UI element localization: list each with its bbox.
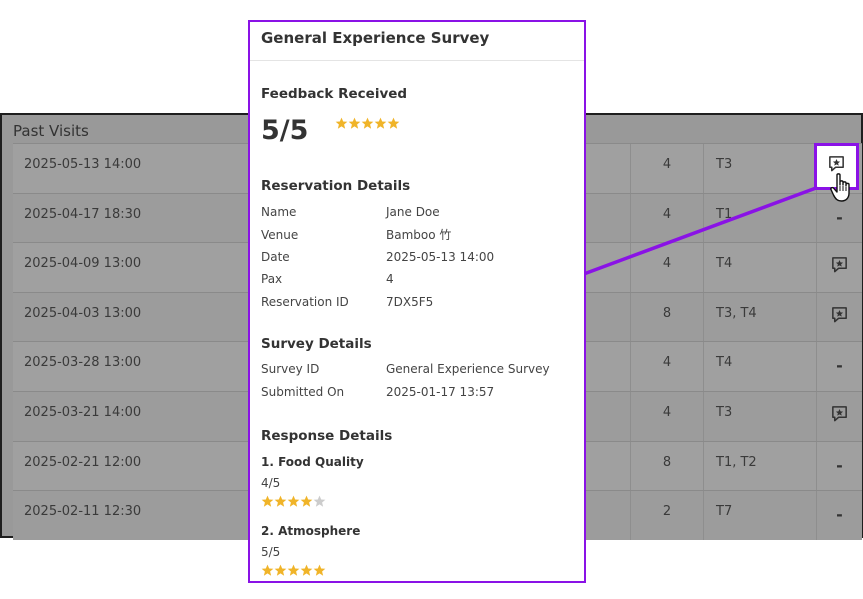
visit-date: 2025-03-21 14:00	[24, 404, 142, 420]
visit-date: 2025-05-13 14:00	[24, 157, 142, 172]
visit-tables: T7	[703, 491, 816, 540]
detail-value: Bamboo 竹	[386, 228, 452, 243]
detail-row: Date 2025-05-13 14:00	[261, 246, 575, 268]
chat-star-icon[interactable]	[830, 255, 849, 274]
survey-details-label: Survey Details	[261, 336, 372, 352]
visit-pax: 8	[630, 441, 703, 491]
star-icon	[374, 117, 386, 129]
star-icon	[361, 117, 373, 129]
visit-date: 2025-03-28 13:00	[24, 355, 142, 371]
detail-key: Date	[261, 249, 290, 264]
visit-tables: T4	[703, 243, 816, 292]
detail-row: Survey ID General Experience Survey	[261, 358, 575, 380]
detail-value: 2025-01-17 13:57	[386, 384, 495, 399]
star-icon	[335, 117, 347, 129]
detail-value: 4	[386, 272, 394, 287]
visit-action[interactable]: -	[816, 342, 862, 391]
star-icon	[287, 495, 300, 507]
detail-value: 2025-05-13 14:00	[386, 249, 495, 264]
survey-popup-header: General Experience Survey	[250, 22, 584, 61]
detail-key: Venue	[261, 227, 299, 242]
detail-row: Venue Bamboo 竹	[261, 223, 575, 245]
visit-action[interactable]	[816, 243, 862, 292]
past-visits-title: Past Visits	[13, 122, 89, 140]
visit-pax: 4	[630, 144, 703, 193]
detail-row: Reservation ID 7DX5F5	[261, 291, 575, 313]
response-details-label: Response Details	[261, 428, 393, 444]
question-stars	[261, 562, 326, 581]
question-answer: 5/5	[261, 545, 281, 559]
visit-action[interactable]: -	[816, 491, 862, 540]
star-icon	[300, 564, 313, 576]
chat-star-icon	[829, 156, 844, 172]
visit-date: 2025-04-09 13:00	[24, 256, 142, 272]
star-icon	[261, 495, 274, 507]
visit-pax: 4	[630, 391, 703, 441]
star-icon	[300, 495, 313, 507]
reservation-details-label: Reservation Details	[261, 178, 411, 194]
visit-tables: T1	[703, 193, 816, 243]
star-icon	[313, 564, 326, 576]
detail-row: Submitted On 2025-01-17 13:57	[261, 380, 575, 402]
survey-title: General Experience Survey	[261, 29, 490, 47]
response-1: 1. Food Quality 4/5	[261, 455, 364, 512]
visit-pax: 4	[630, 193, 703, 243]
detail-key: Reservation ID	[261, 294, 349, 309]
question-title: 1. Food Quality	[261, 455, 364, 469]
star-icon	[274, 495, 287, 507]
star-icon	[287, 564, 300, 576]
visit-action[interactable]	[816, 391, 862, 441]
survey-fields: Survey ID General Experience Survey Submit…	[261, 358, 575, 403]
star-icon	[261, 564, 274, 576]
no-feedback-dash: -	[836, 356, 843, 376]
visit-pax: 4	[630, 342, 703, 391]
visit-tables: T4	[703, 342, 816, 391]
star-icon	[313, 495, 326, 507]
star-icon	[387, 117, 399, 129]
screen: Past Visits 2025-05-13 14:00 4 T3 2025-04-1…	[0, 0, 863, 599]
visit-pax: 8	[630, 292, 703, 342]
visit-action[interactable]: -	[816, 441, 862, 491]
detail-key: Name	[261, 205, 297, 220]
chat-star-icon[interactable]	[830, 305, 849, 324]
survey-popup: General Experience Survey Feedback Recei…	[248, 20, 586, 583]
visit-date: 2025-02-11 12:30	[24, 504, 142, 520]
visit-date: 2025-04-17 18:30	[24, 206, 142, 222]
no-feedback-dash: -	[836, 455, 843, 475]
question-answer: 4/5	[261, 476, 281, 490]
feedback-received-label: Feedback Received	[261, 86, 408, 102]
chat-star-icon[interactable]	[830, 404, 849, 423]
reservation-fields: Name Jane Doe Venue Bamboo 竹 Date 2025-05-13 …	[261, 201, 575, 313]
no-feedback-dash: -	[836, 207, 843, 227]
star-icon	[348, 117, 360, 129]
response-2: 2. Atmosphere 5/5	[261, 524, 360, 581]
visit-tables: T3	[703, 391, 816, 441]
visit-tables: T3	[703, 144, 816, 193]
detail-row: Name Jane Doe	[261, 201, 575, 223]
question-stars	[261, 493, 326, 512]
detail-key: Submitted On	[261, 384, 345, 399]
hand-pointer-icon	[830, 173, 850, 202]
visit-pax: 4	[630, 243, 703, 292]
detail-key: Survey ID	[261, 362, 320, 377]
detail-key: Pax	[261, 272, 283, 287]
visit-pax: 2	[630, 491, 703, 540]
visit-date: 2025-04-03 13:00	[24, 305, 142, 321]
question-title: 2. Atmosphere	[261, 524, 361, 538]
no-feedback-dash: -	[836, 505, 843, 525]
visit-action[interactable]	[816, 292, 862, 342]
visit-date: 2025-02-21 12:00	[24, 454, 142, 470]
detail-value: 7DX5F5	[386, 294, 434, 309]
star-icon	[274, 564, 287, 576]
visit-tables: T1, T2	[703, 441, 816, 491]
detail-value: General Experience Survey	[386, 362, 550, 377]
detail-row: Pax 4	[261, 268, 575, 290]
detail-value: Jane Doe	[386, 205, 440, 220]
visit-tables: T3, T4	[703, 292, 816, 342]
feedback-stars	[335, 115, 400, 134]
feedback-score: 5/5	[261, 115, 309, 146]
